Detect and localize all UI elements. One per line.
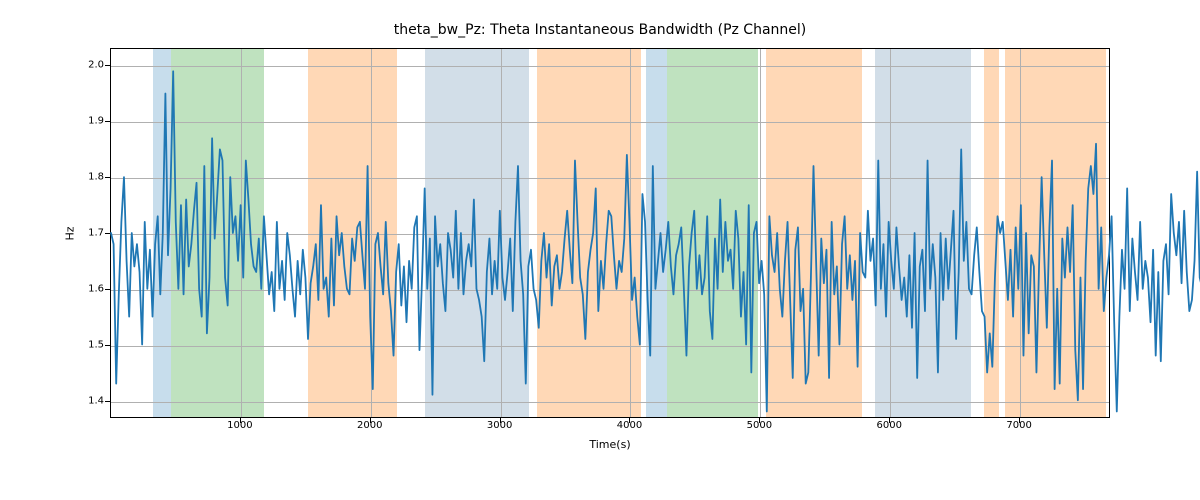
y-axis-label: Hz (60, 48, 80, 418)
y-tick-label: 1.4 (88, 396, 104, 407)
y-tick-label: 1.5 (88, 340, 104, 351)
y-tick-mark (105, 121, 110, 122)
x-tick-label: 1000 (227, 420, 252, 431)
x-tick-label: 4000 (617, 420, 642, 431)
line-path (111, 71, 1200, 411)
y-tick-label: 2.0 (88, 59, 104, 70)
y-tick-mark (105, 177, 110, 178)
x-tick-label: 5000 (747, 420, 772, 431)
plot-area (110, 48, 1110, 418)
x-axis-label: Time(s) (110, 438, 1110, 451)
y-tick-mark (105, 401, 110, 402)
y-tick-label: 1.9 (88, 115, 104, 126)
y-tick-label: 1.8 (88, 171, 104, 182)
y-tick-label: 1.7 (88, 228, 104, 239)
y-tick-label: 1.6 (88, 284, 104, 295)
x-tick-label: 6000 (876, 420, 901, 431)
x-tick-label: 2000 (357, 420, 382, 431)
line-series (111, 49, 1109, 417)
y-tick-mark (105, 233, 110, 234)
x-tick-label: 7000 (1006, 420, 1031, 431)
y-tick-mark (105, 345, 110, 346)
x-tick-label: 3000 (487, 420, 512, 431)
chart-title: theta_bw_Pz: Theta Instantaneous Bandwid… (0, 22, 1200, 38)
y-tick-mark (105, 65, 110, 66)
figure: theta_bw_Pz: Theta Instantaneous Bandwid… (0, 0, 1200, 500)
y-tick-mark (105, 289, 110, 290)
